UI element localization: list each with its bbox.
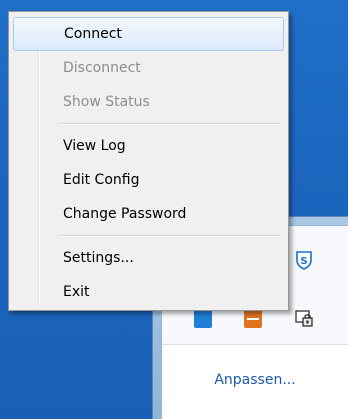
menu-item-edit-config[interactable]: Edit Config: [13, 163, 284, 197]
menu-item-disconnect: Disconnect: [63, 60, 141, 76]
menu-item-show-status: Show Status: [63, 94, 150, 110]
menu-item-change-password[interactable]: Change Password: [13, 197, 284, 231]
menu-item-exit[interactable]: Exit: [13, 275, 284, 309]
s5-shield-icon[interactable]: S: [294, 250, 314, 270]
menu-separator: [59, 123, 281, 125]
menu-item-view-log[interactable]: View Log: [13, 129, 284, 163]
menu-item-settings[interactable]: Settings...: [13, 241, 284, 275]
orange-app-icon[interactable]: [244, 310, 262, 328]
network-lock-icon[interactable]: [294, 308, 314, 328]
menu-item-connect[interactable]: Connect: [13, 17, 284, 51]
tray-context-menu: Connect Disconnect Show Status View Log …: [8, 11, 289, 311]
menu-separator: [59, 235, 281, 237]
svg-text:S: S: [300, 256, 307, 267]
customize-link[interactable]: Anpassen...: [162, 372, 348, 388]
blue-app-icon[interactable]: [194, 310, 212, 328]
